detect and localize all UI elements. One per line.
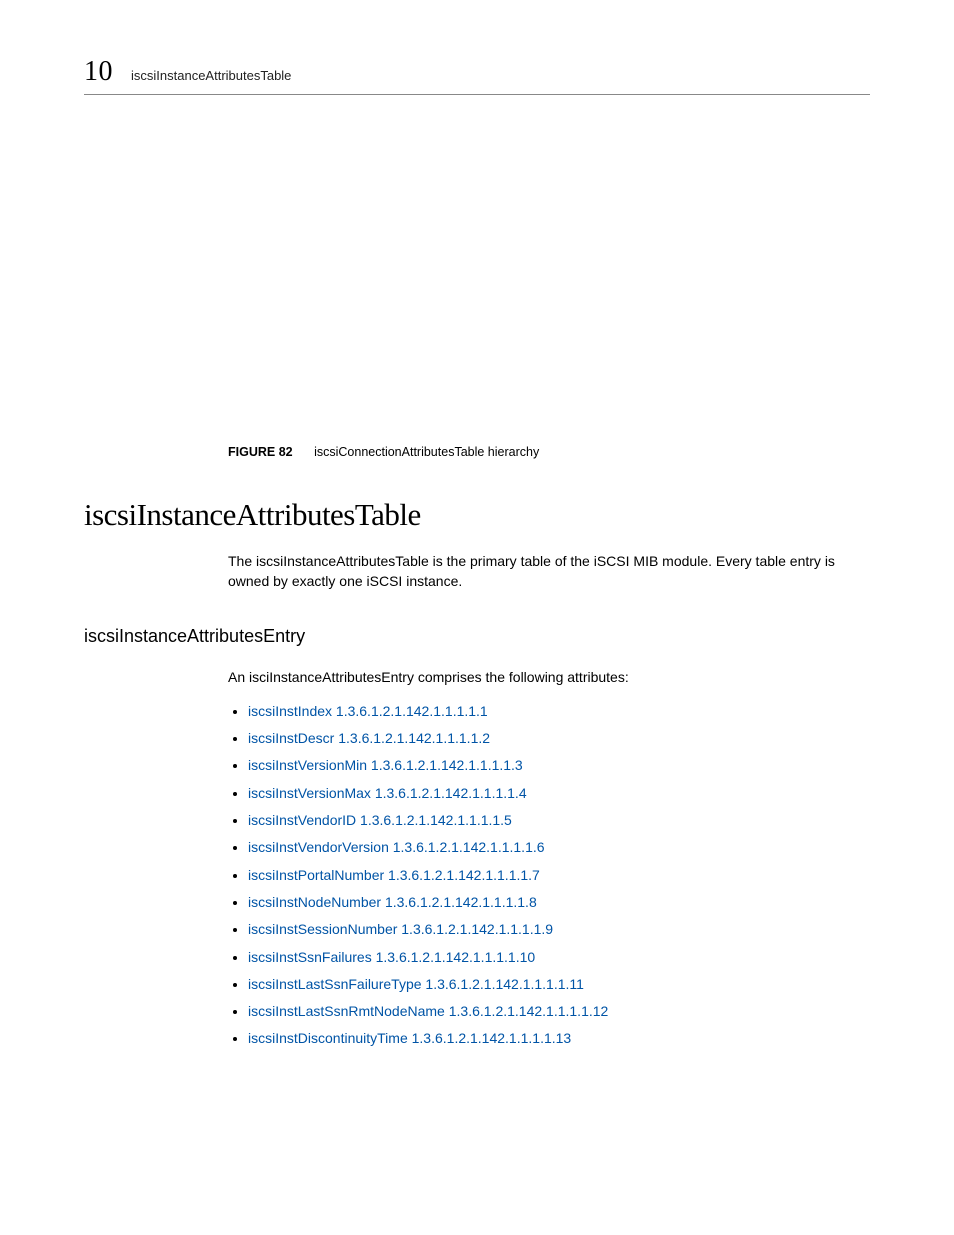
list-item: iscsiInstSessionNumber 1.3.6.1.2.1.142.1… xyxy=(248,919,870,939)
list-item: iscsiInstVendorVersion 1.3.6.1.2.1.142.1… xyxy=(248,837,870,857)
attribute-link[interactable]: iscsiInstNodeNumber 1.3.6.1.2.1.142.1.1.… xyxy=(248,894,537,910)
subsection-heading: iscsiInstanceAttributesEntry xyxy=(84,626,870,647)
list-item: iscsiInstIndex 1.3.6.1.2.1.142.1.1.1.1.1 xyxy=(248,701,870,721)
attribute-link[interactable]: iscsiInstDiscontinuityTime 1.3.6.1.2.1.1… xyxy=(248,1030,571,1046)
figure-caption: FIGURE 82 iscsiConnectionAttributesTable… xyxy=(228,445,870,459)
list-item: iscsiInstSsnFailures 1.3.6.1.2.1.142.1.1… xyxy=(248,947,870,967)
attribute-link[interactable]: iscsiInstLastSsnFailureType 1.3.6.1.2.1.… xyxy=(248,976,584,992)
attribute-link[interactable]: iscsiInstSessionNumber 1.3.6.1.2.1.142.1… xyxy=(248,921,553,937)
list-item: iscsiInstPortalNumber 1.3.6.1.2.1.142.1.… xyxy=(248,865,870,885)
list-item: iscsiInstLastSsnRmtNodeName 1.3.6.1.2.1.… xyxy=(248,1001,870,1021)
list-item: iscsiInstVendorID 1.3.6.1.2.1.142.1.1.1.… xyxy=(248,810,870,830)
attribute-link[interactable]: iscsiInstIndex 1.3.6.1.2.1.142.1.1.1.1.1 xyxy=(248,703,488,719)
figure-caption-text: iscsiConnectionAttributesTable hierarchy xyxy=(314,445,539,459)
header-title: iscsiInstanceAttributesTable xyxy=(131,68,291,83)
attribute-link[interactable]: iscsiInstVersionMin 1.3.6.1.2.1.142.1.1.… xyxy=(248,757,523,773)
list-item: iscsiInstNodeNumber 1.3.6.1.2.1.142.1.1.… xyxy=(248,892,870,912)
list-item: iscsiInstVersionMax 1.3.6.1.2.1.142.1.1.… xyxy=(248,783,870,803)
page-header: 10 iscsiInstanceAttributesTable xyxy=(84,56,870,95)
list-item: iscsiInstDescr 1.3.6.1.2.1.142.1.1.1.1.2 xyxy=(248,728,870,748)
attribute-list: iscsiInstIndex 1.3.6.1.2.1.142.1.1.1.1.1… xyxy=(228,701,870,1049)
attribute-link[interactable]: iscsiInstVendorID 1.3.6.1.2.1.142.1.1.1.… xyxy=(248,812,512,828)
attribute-link[interactable]: iscsiInstSsnFailures 1.3.6.1.2.1.142.1.1… xyxy=(248,949,535,965)
section-heading: iscsiInstanceAttributesTable xyxy=(84,497,870,533)
list-item: iscsiInstDiscontinuityTime 1.3.6.1.2.1.1… xyxy=(248,1028,870,1048)
section-intro: The iscsiInstanceAttributesTable is the … xyxy=(228,551,870,592)
list-item: iscsiInstLastSsnFailureType 1.3.6.1.2.1.… xyxy=(248,974,870,994)
attribute-link[interactable]: iscsiInstLastSsnRmtNodeName 1.3.6.1.2.1.… xyxy=(248,1003,608,1019)
attribute-link[interactable]: iscsiInstPortalNumber 1.3.6.1.2.1.142.1.… xyxy=(248,867,540,883)
subsection-intro: An isciInstanceAttributesEntry comprises… xyxy=(228,667,870,687)
attribute-link[interactable]: iscsiInstVersionMax 1.3.6.1.2.1.142.1.1.… xyxy=(248,785,527,801)
attribute-link[interactable]: iscsiInstDescr 1.3.6.1.2.1.142.1.1.1.1.2 xyxy=(248,730,490,746)
attribute-link[interactable]: iscsiInstVendorVersion 1.3.6.1.2.1.142.1… xyxy=(248,839,545,855)
list-item: iscsiInstVersionMin 1.3.6.1.2.1.142.1.1.… xyxy=(248,755,870,775)
page-number: 10 xyxy=(84,56,113,88)
figure-label: FIGURE 82 xyxy=(228,445,293,459)
